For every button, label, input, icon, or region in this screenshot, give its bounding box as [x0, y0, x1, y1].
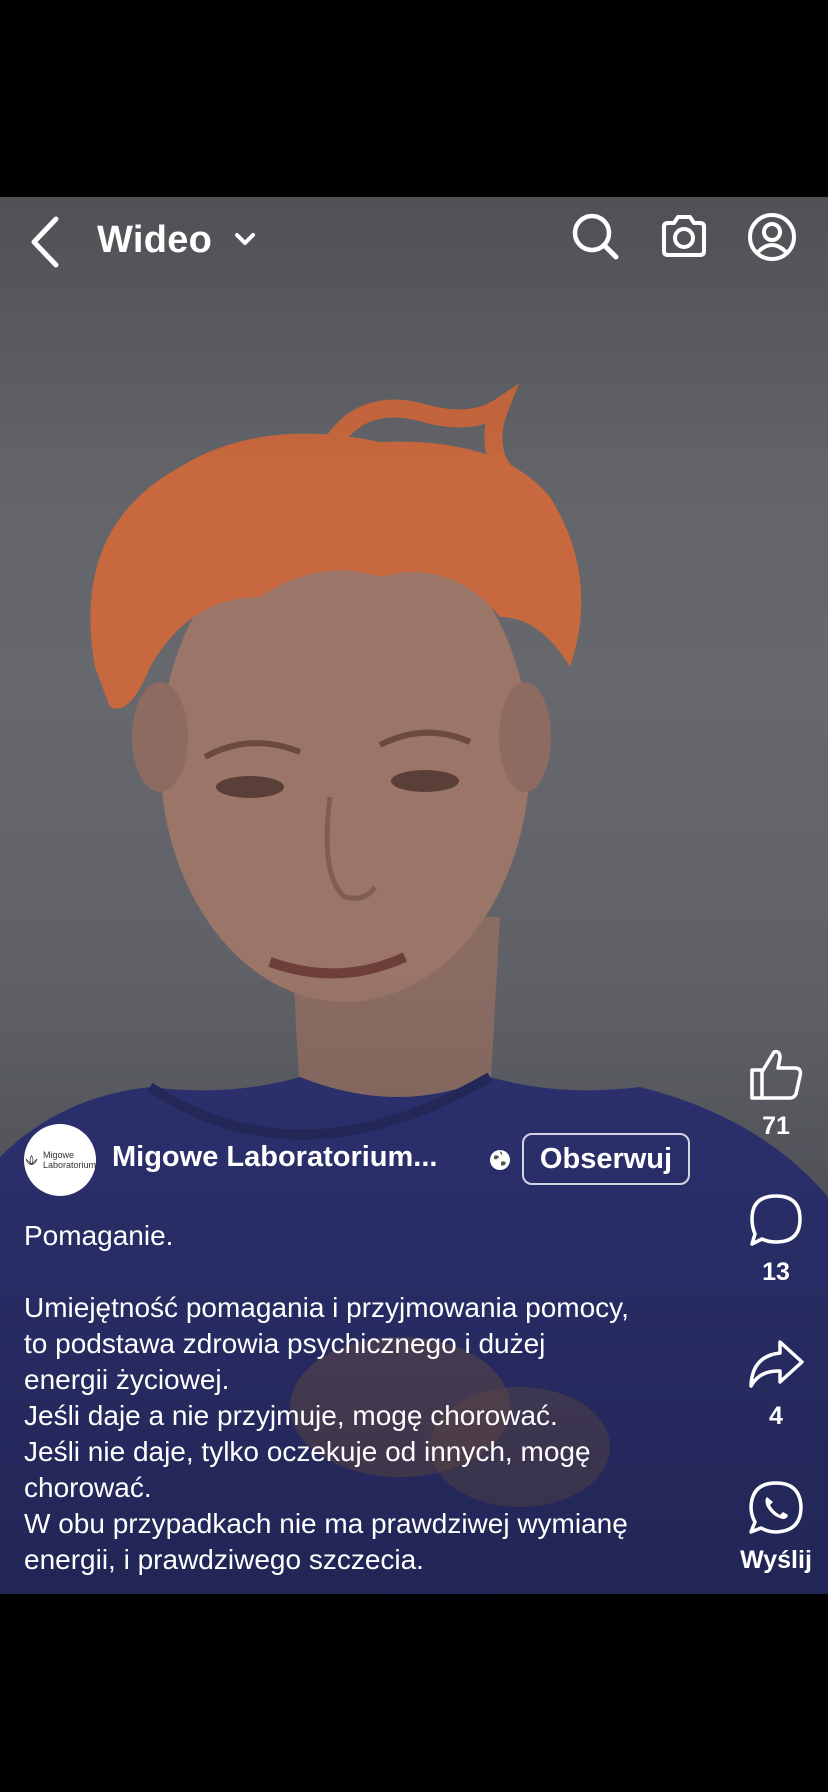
caption-line: W obu przypadkach nie ma prawdziwej wymi… — [24, 1508, 628, 1539]
chevron-left-icon[interactable] — [22, 211, 72, 271]
caption-line: to podstawa zdrowia psychicznego i dużej — [24, 1328, 546, 1359]
lotus-logo-icon — [25, 1154, 38, 1166]
author-name[interactable]: Migowe Laboratorium... — [112, 1141, 437, 1174]
send-label: Wyślij — [740, 1546, 812, 1574]
top-bar: Wideo — [0, 197, 828, 283]
like-button[interactable]: 71 — [736, 1044, 816, 1141]
caption-line: energii, i prawdziwego szczecia. — [24, 1544, 424, 1575]
comment-button[interactable]: 13 — [736, 1190, 816, 1287]
like-count: 71 — [762, 1112, 790, 1140]
avatar[interactable]: Migowe Laboratorium — [24, 1124, 96, 1196]
chevron-down-icon[interactable] — [232, 229, 258, 251]
page-title[interactable]: Wideo — [97, 219, 212, 262]
caption-line: Umiejętność pomagania i przyjmowania pom… — [24, 1292, 629, 1323]
whatsapp-icon — [749, 1481, 803, 1534]
globe-icon — [488, 1148, 512, 1172]
share-arrow-icon — [749, 1340, 804, 1388]
thumbs-up-icon — [750, 1049, 803, 1100]
caption-line: Jeśli nie daje, tylko oczekuje od innych… — [24, 1436, 591, 1467]
comment-icon — [750, 1194, 802, 1246]
share-count: 4 — [769, 1402, 783, 1430]
camera-icon[interactable] — [658, 211, 710, 263]
caption-line: Pomaganie. — [24, 1220, 174, 1251]
avatar-logo-text: Migowe Laboratorium — [42, 1150, 96, 1170]
follow-button[interactable]: Obserwuj — [522, 1133, 690, 1185]
author-row: Migowe Laboratorium Migowe Laboratorium.… — [24, 1124, 704, 1196]
profile-icon[interactable] — [746, 211, 798, 263]
comment-count: 13 — [762, 1258, 790, 1286]
caption-line: chorować. — [24, 1472, 152, 1503]
search-icon[interactable] — [570, 211, 622, 263]
caption-line: Jeśli daje a nie przyjmuje, mogę chorowa… — [24, 1400, 558, 1431]
post-caption[interactable]: Pomaganie. Umiejętność pomagania i przyj… — [24, 1218, 704, 1578]
caption-line: energii życiowej. — [24, 1364, 230, 1395]
share-button[interactable]: 4 — [736, 1334, 816, 1431]
whatsapp-send-button[interactable]: Wyślij — [736, 1478, 816, 1575]
